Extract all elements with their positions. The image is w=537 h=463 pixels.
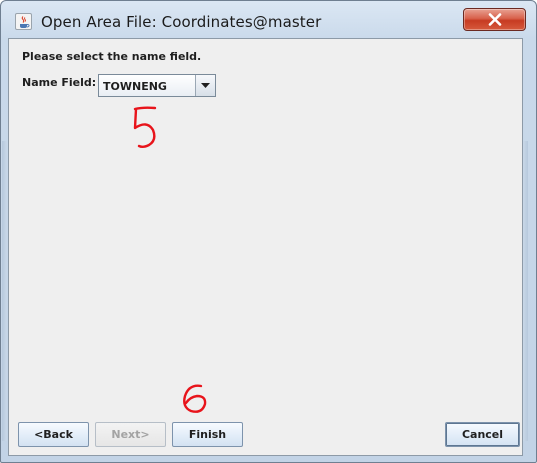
back-button[interactable]: <Back [18,422,89,447]
frame-edge-right [523,141,528,441]
window-title: Open Area File: Coordinates@master [41,13,322,31]
annotation-step-5 [133,106,157,148]
dialog-content: Please select the name field. Name Field… [8,38,523,456]
annotation-step-6 [183,384,207,413]
name-field-select[interactable]: TOWNENG [98,74,216,97]
finish-button[interactable]: Finish [172,422,243,447]
name-field-selected-value: TOWNENG [103,80,167,93]
instruction-text: Please select the name field. [22,50,202,63]
title-bar[interactable]: Open Area File: Coordinates@master [1,1,536,39]
chevron-down-icon [201,83,210,88]
close-icon [488,13,502,26]
cancel-button[interactable]: Cancel [445,422,520,447]
close-button[interactable] [463,8,526,31]
name-field-label: Name Field: [22,76,97,89]
next-button[interactable]: Next> [95,422,166,447]
dropdown-arrow-button[interactable] [195,75,215,96]
dialog-window: Open Area File: Coordinates@master Pleas… [0,0,537,463]
frame-edge-left [2,141,7,441]
java-coffee-icon [15,13,32,30]
